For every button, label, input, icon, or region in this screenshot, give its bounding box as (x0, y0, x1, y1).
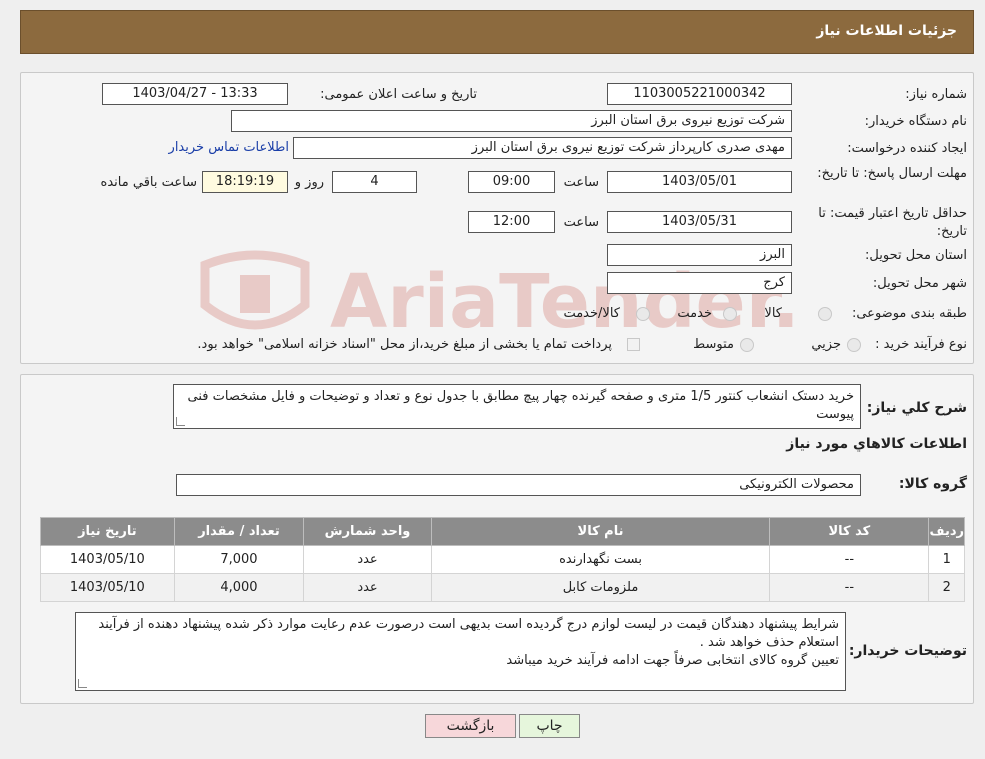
goods-group-field: محصولات الکترونیکی (176, 474, 861, 496)
items-table: رديف كد كالا نام كالا واحد شمارش تعداد /… (40, 517, 965, 602)
category-radio-service[interactable] (723, 307, 737, 321)
cell-date: 1403/05/10 (40, 573, 175, 602)
items-table-wrapper: رديف كد كالا نام كالا واحد شمارش تعداد /… (40, 517, 965, 602)
process-option-medium: متوسط (693, 337, 734, 352)
cell-row: 2 (928, 573, 965, 602)
buyer-org-field: شرکت توزیع نیروی برق استان البرز (231, 110, 792, 132)
requester-label: ایجاد کننده درخواست: (847, 141, 967, 156)
deadline-date-field: 1403/05/01 (607, 171, 792, 193)
cell-code: -- (769, 545, 930, 574)
province-label: استان محل تحویل: (865, 248, 967, 263)
back-button[interactable]: بازگشت (425, 714, 516, 738)
col-header-qty: تعداد / مقدار (173, 517, 305, 546)
page-title: جزئیات اطلاعات نیاز (816, 23, 957, 39)
category-option-service: خدمت (677, 306, 712, 321)
deadline-time-label: ساعت (563, 175, 599, 190)
description-text: خرید دستک انشعاب کنتور 1/5 متری و صفحه گ… (187, 389, 854, 422)
col-header-row: رديف (928, 517, 965, 546)
city-label: شهر محل تحویل: (872, 276, 967, 291)
col-header-date: تاريخ نياز (40, 517, 175, 546)
days-label: روز و (294, 175, 324, 190)
col-header-code: كد كالا (769, 517, 930, 546)
cell-unit: عدد (303, 545, 432, 574)
process-option-minor: جزيي (811, 337, 841, 352)
cell-qty: 7,000 (173, 545, 305, 574)
print-button[interactable]: چاپ (519, 714, 580, 738)
remaining-label: ساعت باقي مانده (100, 175, 197, 190)
resize-handle-icon[interactable] (176, 417, 185, 426)
table-row[interactable]: 2 -- ملزومات کابل عدد 4,000 1403/05/10 (40, 573, 965, 602)
city-field: کرج (607, 272, 792, 294)
buyer-contact-link[interactable]: اطلاعات تماس خریدار (169, 140, 289, 155)
buyer-notes-line-2: تعیین گروه کالای انتخابی صرفاً جهت ادامه… (506, 653, 839, 668)
page-header: جزئیات اطلاعات نیاز (20, 10, 974, 54)
cell-name: ملزومات کابل (430, 573, 771, 602)
goods-section-title: اطلاعات كالاهاي مورد نياز (786, 436, 967, 452)
col-header-name: نام كالا (430, 517, 771, 546)
announce-label: تاریخ و ساعت اعلان عمومی: (320, 87, 477, 102)
goods-group-label: گروه كالا: (898, 476, 967, 492)
treasury-checkbox[interactable] (627, 338, 640, 351)
category-radio-goods[interactable] (818, 307, 832, 321)
buyer-notes-line-1: شرایط پیشنهاد دهندگان قیمت در لیست لوازم… (98, 617, 839, 650)
description-label: شرح كلي نياز: (866, 400, 967, 416)
buyer-org-label: نام دستگاه خریدار: (864, 114, 967, 129)
process-radio-minor[interactable] (847, 338, 861, 352)
need-number-label: شماره نیاز: (905, 87, 967, 102)
description-textarea[interactable]: خرید دستک انشعاب کنتور 1/5 متری و صفحه گ… (173, 384, 861, 429)
cell-unit: عدد (303, 573, 432, 602)
resize-handle-icon[interactable] (78, 679, 87, 688)
payment-note: پرداخت تمام یا بخشی از مبلغ خرید،از محل … (197, 337, 612, 352)
cell-qty: 4,000 (173, 573, 305, 602)
cell-code: -- (769, 573, 930, 602)
validity-label: حداقل تاریخ اعتبار قیمت: تا تاریخ: (818, 206, 967, 239)
validity-time-label: ساعت (563, 215, 599, 230)
items-table-header: رديف كد كالا نام كالا واحد شمارش تعداد /… (40, 517, 965, 546)
province-field: البرز (607, 244, 792, 266)
requester-field: مهدی صدری کارپرداز شرکت توزیع نیروی برق … (293, 137, 792, 159)
announce-field: 1403/04/27 - 13:33 (102, 83, 288, 105)
remaining-time-field: 18:19:19 (202, 171, 288, 193)
deadline-time-field: 09:00 (468, 171, 555, 193)
cell-name: بست نگهدارنده (430, 545, 771, 574)
cell-date: 1403/05/10 (40, 545, 175, 574)
category-option-goods: کالا (764, 306, 782, 321)
validity-time-field: 12:00 (468, 211, 555, 233)
validity-date-field: 1403/05/31 (607, 211, 792, 233)
category-radio-goods-service[interactable] (636, 307, 650, 321)
col-header-unit: واحد شمارش (303, 517, 432, 546)
process-radio-medium[interactable] (740, 338, 754, 352)
buyer-notes-textarea[interactable]: شرایط پیشنهاد دهندگان قیمت در لیست لوازم… (75, 612, 846, 691)
cell-row: 1 (928, 545, 965, 574)
days-field: 4 (332, 171, 417, 193)
category-label: طبقه بندی موضوعی: (851, 306, 967, 321)
need-number-field: 1103005221000342 (607, 83, 792, 105)
category-option-goods-service: کالا/خدمت (563, 306, 620, 321)
process-label: نوع فرآیند خرید : (875, 337, 967, 352)
table-row[interactable]: 1 -- بست نگهدارنده عدد 7,000 1403/05/10 (40, 545, 965, 574)
deadline-label: مهلت ارسال پاسخ: تا تاریخ: (817, 166, 967, 181)
buyer-notes-label: توضيحات خريدار: (848, 643, 967, 659)
